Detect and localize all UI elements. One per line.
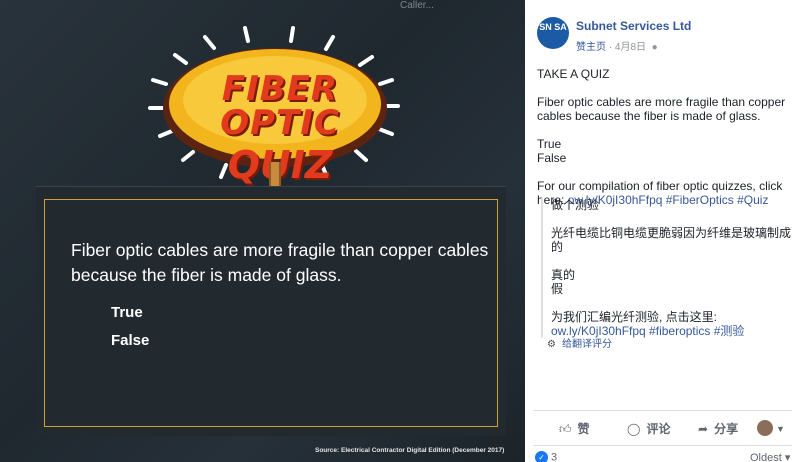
like-page-link[interactable]: 赞主页 — [576, 42, 606, 53]
thumbs-up-icon: 👍︎ — [559, 422, 572, 436]
post-meta: 赞主页 · 4月8日 ● — [576, 38, 658, 53]
like-reaction-icon: ✓ — [535, 451, 548, 462]
comment-bubble-icon: ◯ — [627, 422, 641, 436]
post-body: TAKE A QUIZ Fiber optic cables are more … — [537, 67, 792, 207]
post-option-true: True — [537, 137, 562, 151]
page-avatar[interactable]: SN SA — [537, 17, 569, 49]
comment-button[interactable]: ◯ 评论 — [627, 420, 670, 437]
quiz-option-false: False — [111, 332, 150, 349]
share-button[interactable]: ➦ 分享 — [698, 420, 738, 437]
reactions-summary[interactable]: ✓ 3 — [535, 451, 557, 462]
post-option-false: False — [537, 151, 567, 165]
image-source-credit: Source: Electrical Contractor Digital Ed… — [315, 447, 505, 454]
post-photo[interactable]: Caller... FIBER OPTIC QUIZ Fiber optic c… — [0, 0, 525, 462]
translation-block: 做个测验 光纤电缆比铜电缆更脆弱因为纤维是玻璃制成的 真的 假 为我们汇编光纤测… — [541, 198, 791, 338]
comment-sort-dropdown[interactable]: Oldest ▾ — [750, 451, 790, 462]
translation-heading: 做个测验 — [551, 198, 600, 212]
translation-option-false: 假 — [551, 282, 564, 296]
quiz-board: Fiber optic cables are more fragile than… — [36, 186, 506, 436]
share-arrow-icon: ➦ — [698, 422, 709, 436]
translation-compilation: 为我们汇编光纤测验, 点击这里: — [551, 310, 718, 324]
post-as-selector[interactable]: ▼ — [757, 419, 785, 437]
like-button[interactable]: 👍︎ 赞 — [559, 420, 590, 437]
post-action-bar: 👍︎ 赞 ◯ 评论 ➦ 分享 ▼ — [533, 410, 792, 446]
globe-icon: ● — [648, 42, 658, 53]
rate-translation[interactable]: ⚙ 给翻译评分 — [547, 335, 612, 350]
translation-question: 光纤电缆比铜电缆更脆弱因为纤维是玻璃制成的 — [551, 226, 792, 254]
quiz-board-frame: Fiber optic cables are more fragile than… — [44, 199, 498, 427]
user-avatar — [757, 419, 773, 436]
translation-option-true: 真的 — [551, 268, 576, 282]
chevron-down-icon: ▾ — [784, 452, 791, 462]
gear-icon: ⚙ — [547, 339, 556, 350]
page-name-link[interactable]: Subnet Services Ltd — [576, 19, 691, 33]
post-question: Fiber optic cables are more fragile than… — [537, 95, 786, 123]
quiz-option-true: True — [111, 304, 143, 321]
post-heading: TAKE A QUIZ — [537, 67, 610, 81]
post-side-panel: SN SA Subnet Services Ltd 赞主页 · 4月8日 ● T… — [525, 0, 800, 462]
post-date[interactable]: 4月8日 — [615, 42, 646, 53]
quiz-question: Fiber optic cables are more fragile than… — [71, 240, 489, 285]
chevron-down-icon: ▼ — [776, 424, 785, 434]
